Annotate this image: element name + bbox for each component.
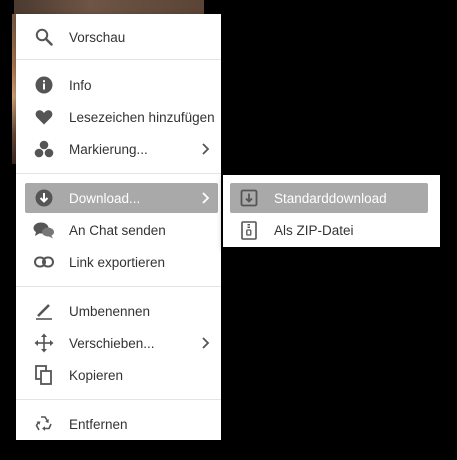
menu-item-lesezeichen-hinzufuegen[interactable]: Lesezeichen hinzufügen xyxy=(25,102,218,132)
separator xyxy=(16,399,221,400)
menu-item-label: Umbenennen xyxy=(69,303,151,319)
menu-item-label: Vorschau xyxy=(69,29,126,45)
menu-item-info[interactable]: Info xyxy=(25,70,218,100)
info-icon xyxy=(33,74,55,96)
recycle-icon xyxy=(33,413,55,435)
download-submenu: Standarddownload Als ZIP-Datei xyxy=(223,175,440,247)
submenu-item-standarddownload[interactable]: Standarddownload xyxy=(230,183,428,213)
download-icon xyxy=(33,187,55,209)
chat-icon xyxy=(33,219,55,241)
menu-item-label: Entfernen xyxy=(69,416,128,432)
submenu-item-label: Als ZIP-Datei xyxy=(274,222,354,238)
search-icon xyxy=(33,26,55,48)
submenu-item-label: Standarddownload xyxy=(274,190,387,206)
move-icon xyxy=(33,332,55,354)
menu-item-label: Info xyxy=(69,77,92,93)
chevron-right-icon xyxy=(198,191,212,205)
menu-item-verschieben[interactable]: Verschieben... xyxy=(25,328,218,358)
menu-item-label: Download... xyxy=(69,190,141,206)
color-dots-icon xyxy=(33,138,55,160)
menu-item-an-chat-senden[interactable]: An Chat senden xyxy=(25,215,218,245)
menu-item-link-exportieren[interactable]: Link exportieren xyxy=(25,247,218,277)
separator xyxy=(16,173,221,174)
menu-item-download[interactable]: Download... xyxy=(25,183,218,213)
menu-item-umbenennen[interactable]: Umbenennen xyxy=(25,296,218,326)
heart-icon xyxy=(33,106,55,128)
download-file-icon xyxy=(238,187,260,209)
separator xyxy=(16,59,221,60)
zip-file-icon xyxy=(238,219,260,241)
menu-item-entfernen[interactable]: Entfernen xyxy=(25,409,218,439)
menu-item-label: Verschieben... xyxy=(69,335,155,351)
menu-item-label: Link exportieren xyxy=(69,254,166,270)
context-menu: Vorschau Info Lesezeichen hinzufügen Mar… xyxy=(16,14,221,440)
menu-item-vorschau[interactable]: Vorschau xyxy=(25,22,218,52)
submenu-item-zip-datei[interactable]: Als ZIP-Datei xyxy=(230,215,428,245)
menu-item-kopieren[interactable]: Kopieren xyxy=(25,360,218,390)
menu-item-label: Lesezeichen hinzufügen xyxy=(69,109,215,125)
menu-item-label: Kopieren xyxy=(69,367,124,383)
separator xyxy=(16,286,221,287)
pen-icon xyxy=(33,300,55,322)
link-icon xyxy=(33,251,55,273)
chevron-right-icon xyxy=(198,142,212,156)
menu-item-markierung[interactable]: Markierung... xyxy=(25,134,218,164)
screen: Vorschau Info Lesezeichen hinzufügen Mar… xyxy=(0,0,457,460)
menu-item-label: Markierung... xyxy=(69,141,148,157)
menu-item-label: An Chat senden xyxy=(69,222,166,238)
background-photo-edge xyxy=(14,0,204,14)
chevron-right-icon xyxy=(198,336,212,350)
copy-icon xyxy=(33,364,55,386)
